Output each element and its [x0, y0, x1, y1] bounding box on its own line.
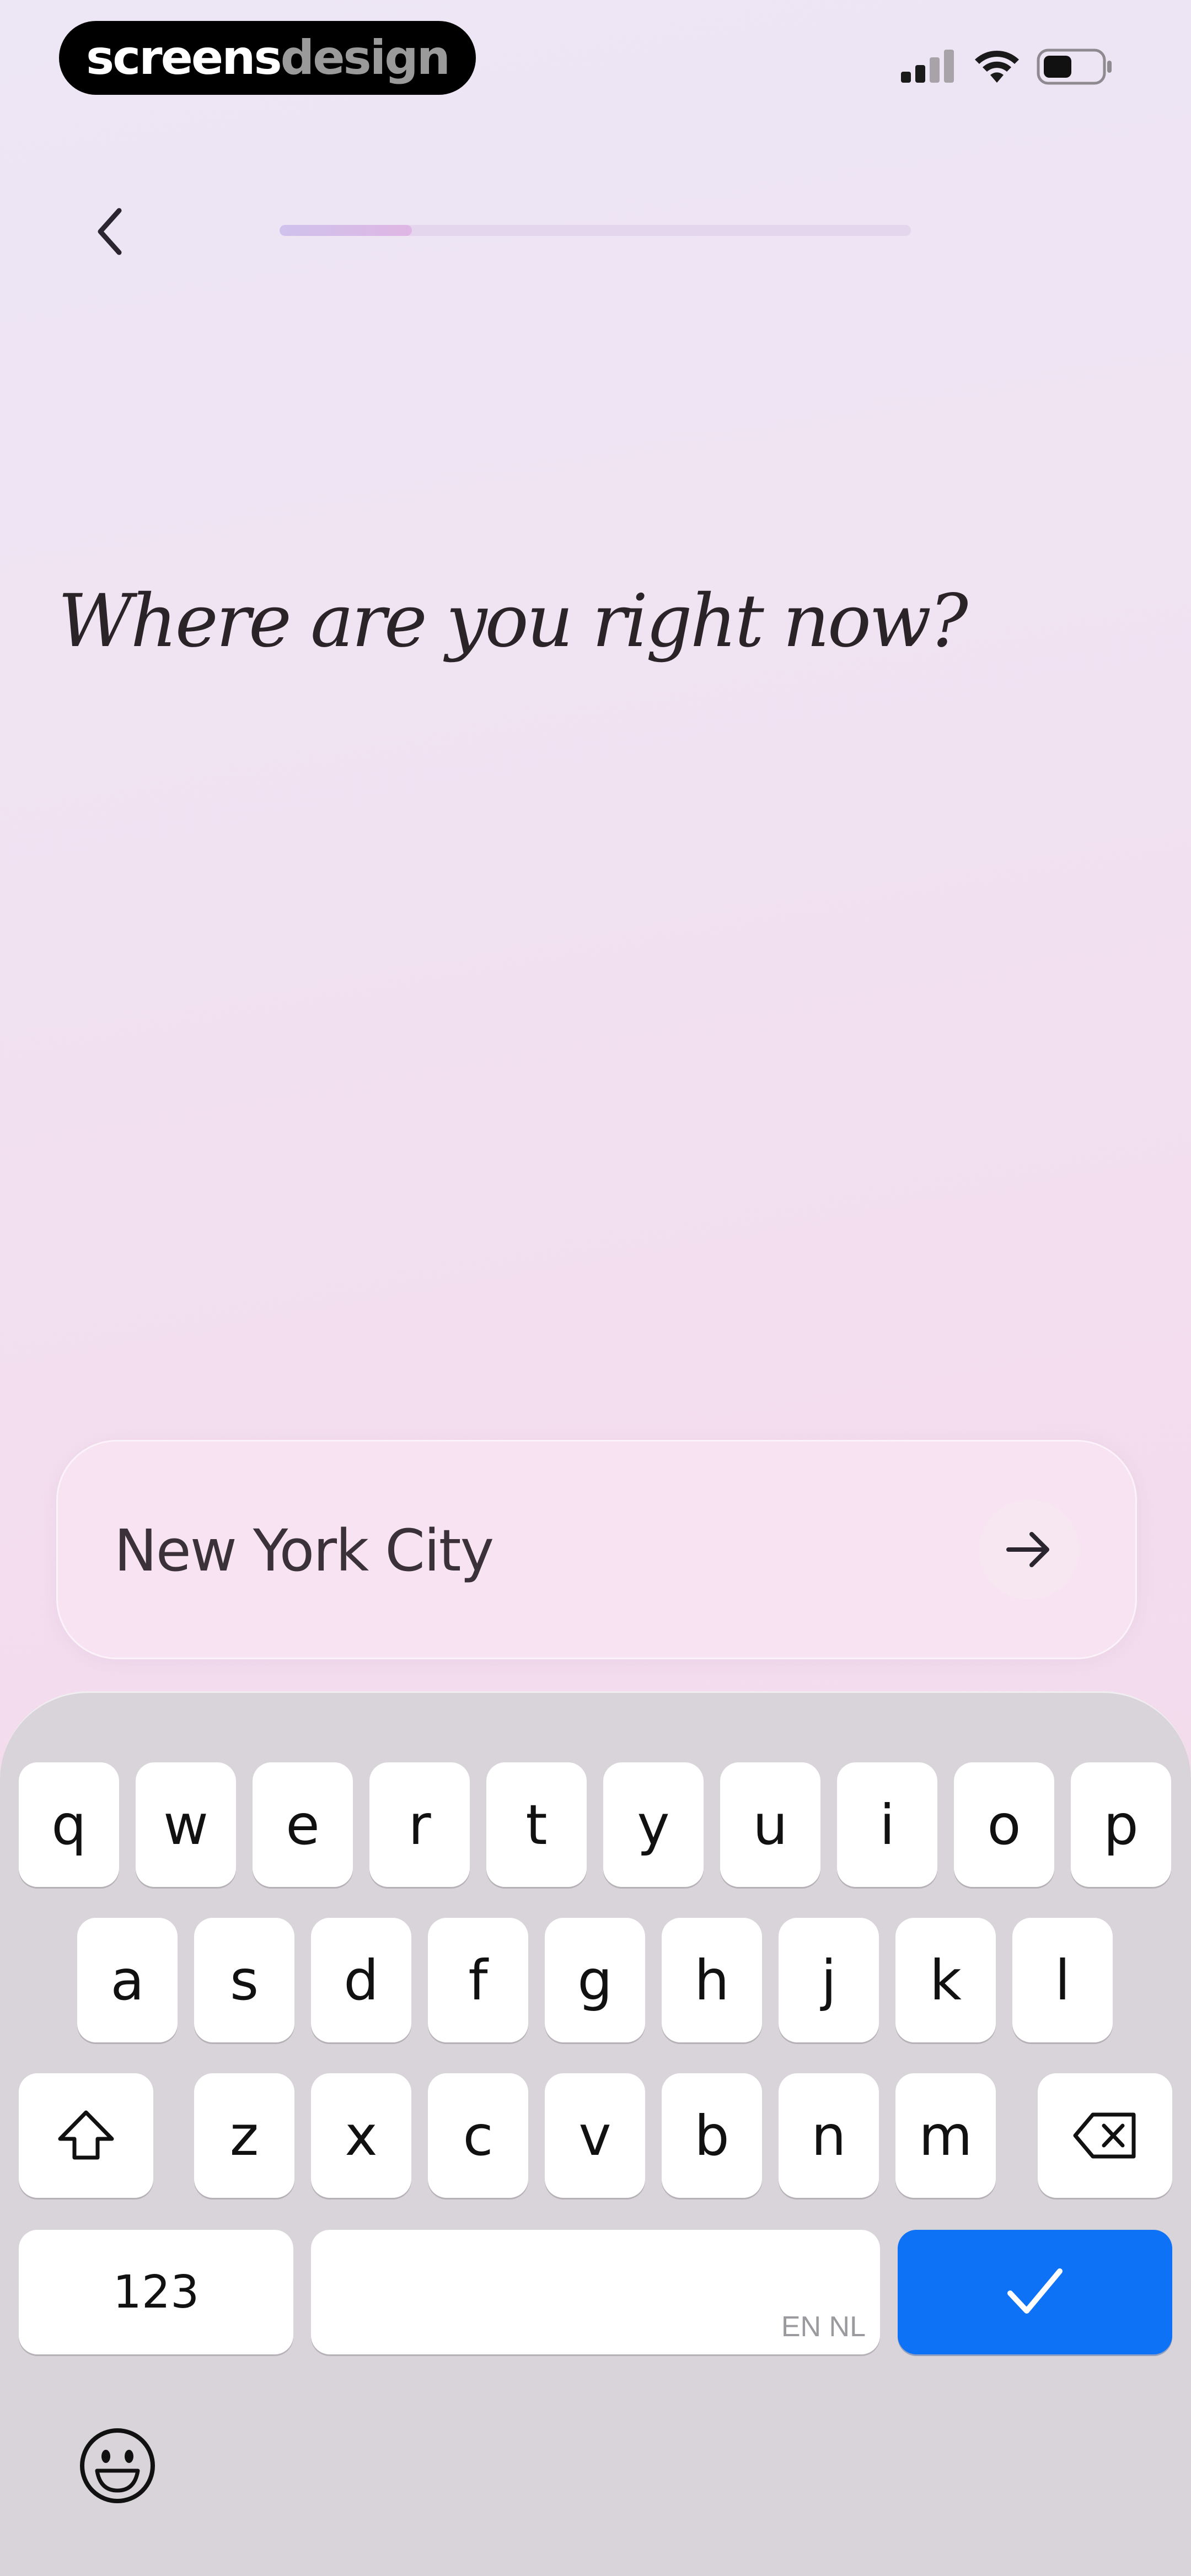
emoji-button[interactable]	[77, 2426, 158, 2506]
wifi-icon	[975, 51, 1019, 83]
key-h[interactable]: h	[662, 1918, 762, 2042]
key-f[interactable]: f	[428, 1918, 528, 2042]
key-n[interactable]: n	[779, 2073, 879, 2198]
key-b[interactable]: b	[662, 2073, 762, 2198]
shift-icon	[58, 2110, 114, 2160]
key-o[interactable]: o	[954, 1762, 1054, 1887]
key-d[interactable]: d	[311, 1918, 411, 2042]
battery-icon	[1037, 49, 1112, 85]
submit-button[interactable]	[979, 1499, 1079, 1600]
key-v[interactable]: v	[545, 2073, 645, 2198]
key-p[interactable]: p	[1071, 1762, 1171, 1887]
key-m[interactable]: m	[895, 2073, 996, 2198]
arrow-right-icon	[1006, 1532, 1049, 1567]
on-screen-keyboard: qwertyuiop asdfghjkl zxcvbnm 123 EN NL	[0, 1691, 1191, 2576]
emoji-icon	[80, 2428, 155, 2503]
watermark-light-text: design	[280, 30, 450, 85]
location-input-card	[56, 1440, 1137, 1659]
key-l[interactable]: l	[1012, 1918, 1113, 2042]
key-z[interactable]: z	[194, 2073, 294, 2198]
progress-bar	[280, 225, 911, 236]
key-j[interactable]: j	[779, 1918, 879, 2042]
key-t[interactable]: t	[486, 1762, 587, 1887]
cellular-signal-icon	[901, 50, 954, 83]
key-a[interactable]: a	[77, 1918, 178, 2042]
numbers-key[interactable]: 123	[19, 2230, 293, 2354]
key-q[interactable]: q	[19, 1762, 119, 1887]
shift-key[interactable]	[19, 2073, 153, 2198]
checkmark-icon	[1007, 2268, 1063, 2314]
delete-key[interactable]	[1038, 2073, 1172, 2198]
key-u[interactable]: u	[720, 1762, 820, 1887]
key-w[interactable]: w	[136, 1762, 236, 1887]
watermark-bold-text: screens	[86, 30, 282, 85]
progress-bar-fill	[280, 225, 412, 236]
key-k[interactable]: k	[895, 1918, 996, 2042]
key-r[interactable]: r	[369, 1762, 470, 1887]
key-g[interactable]: g	[545, 1918, 645, 2042]
key-x[interactable]: x	[311, 2073, 411, 2198]
page-title: Where are you right now?	[58, 579, 968, 664]
key-s[interactable]: s	[194, 1918, 294, 2042]
key-c[interactable]: c	[428, 2073, 528, 2198]
screensdesign-watermark: screens design	[59, 21, 476, 95]
done-key[interactable]	[898, 2230, 1172, 2354]
chevron-left-icon	[98, 208, 122, 255]
back-button[interactable]	[83, 198, 138, 265]
key-e[interactable]: e	[253, 1762, 353, 1887]
key-i[interactable]: i	[837, 1762, 937, 1887]
space-key[interactable]: EN NL	[311, 2230, 880, 2354]
key-y[interactable]: y	[603, 1762, 704, 1887]
location-input[interactable]	[114, 1518, 969, 1584]
backspace-icon	[1073, 2112, 1136, 2159]
keyboard-language-label: EN NL	[781, 2311, 866, 2343]
